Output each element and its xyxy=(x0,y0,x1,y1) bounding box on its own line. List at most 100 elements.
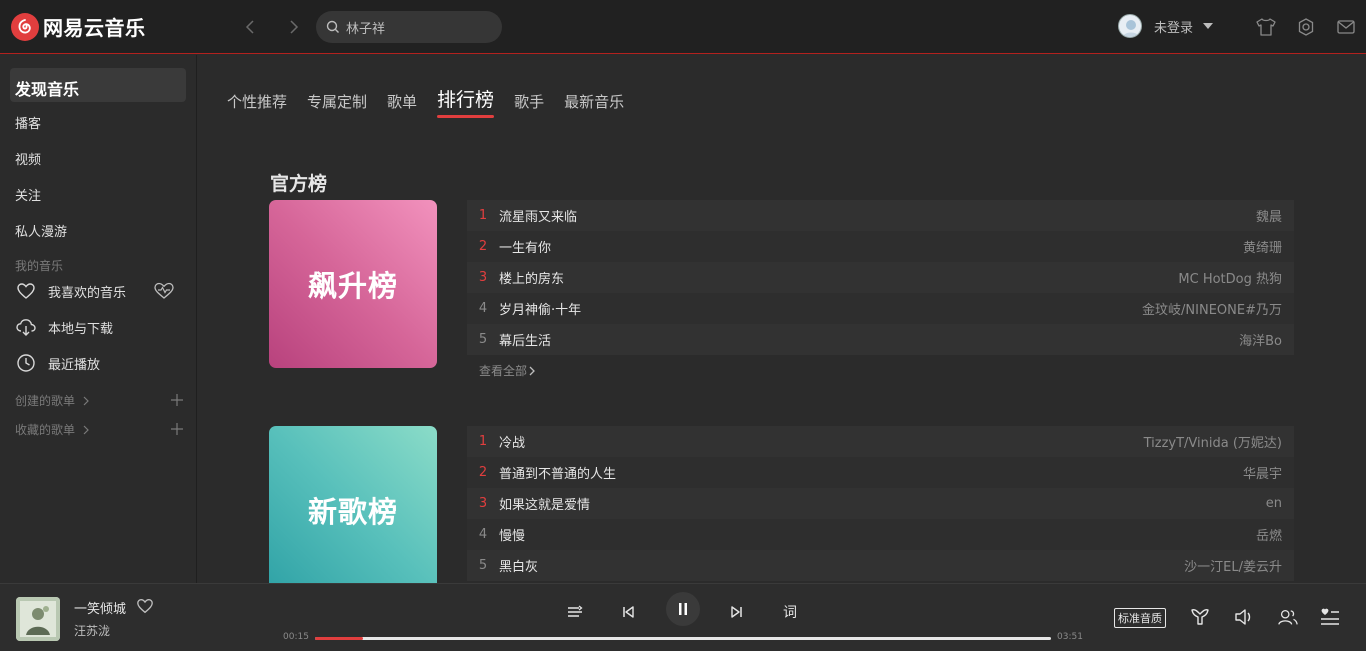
pause-icon xyxy=(679,603,687,615)
app-logo[interactable]: 网易云音乐 xyxy=(11,12,146,41)
chevron-right-icon xyxy=(83,425,89,434)
forward-arrow-icon[interactable] xyxy=(284,17,304,37)
song-title: 岁月神偷·十年 xyxy=(499,303,582,318)
song-artist[interactable]: 华晨宇 xyxy=(1243,463,1282,482)
avatar[interactable] xyxy=(1118,14,1142,38)
song-artist[interactable]: 金玟岐/NINEONE#乃万 xyxy=(1142,299,1282,318)
caret-down-icon[interactable] xyxy=(1203,23,1214,29)
liked-music-label: 我喜欢的音乐 xyxy=(48,285,127,301)
song-artist[interactable]: 岳燃 xyxy=(1256,525,1282,544)
back-arrow-icon[interactable] xyxy=(240,17,260,37)
mail-icon[interactable] xyxy=(1335,16,1357,38)
table-row[interactable]: 1 流星雨又来临 魏晨 xyxy=(467,200,1294,231)
playlist-queue-icon[interactable] xyxy=(1319,606,1341,628)
heart-icon xyxy=(15,280,37,302)
song-rank: 2 xyxy=(478,239,488,254)
sidebar-item-video[interactable]: 视频 xyxy=(15,149,41,168)
chevron-right-icon xyxy=(83,396,89,405)
progress-bar[interactable] xyxy=(315,637,1051,640)
heartbeat-mode-icon[interactable] xyxy=(153,281,175,301)
tab-artists[interactable]: 歌手 xyxy=(514,91,544,118)
song-artist[interactable]: MC HotDog 热狗 xyxy=(1178,268,1282,287)
song-artist[interactable]: 海洋Bo xyxy=(1239,330,1282,349)
created-playlists-label: 创建的歌单 xyxy=(15,394,76,408)
tab-personal-recommend[interactable]: 个性推荐 xyxy=(227,91,287,118)
sidebar-item-private-fm[interactable]: 私人漫游 xyxy=(15,221,67,240)
song-artist[interactable]: 沙一汀EL/姜云升 xyxy=(1184,556,1282,575)
collected-playlists-label: 收藏的歌单 xyxy=(15,423,76,437)
sidebar-item-discover-label[interactable]: 发现音乐 xyxy=(15,76,79,100)
see-all-link[interactable]: 查看全部 xyxy=(479,362,535,379)
sidebar-item-recent[interactable]: 最近播放 xyxy=(15,352,100,374)
chart-cover-rising[interactable]: 飙升榜 xyxy=(269,200,437,368)
table-row[interactable]: 5 幕后生活 海洋Bo xyxy=(467,324,1294,355)
add-playlist-icon[interactable] xyxy=(170,393,184,407)
add-collected-icon[interactable] xyxy=(170,422,184,436)
song-artist[interactable]: 魏晨 xyxy=(1256,206,1282,225)
created-playlists-toggle[interactable]: 创建的歌单 xyxy=(15,392,89,409)
song-rank: 4 xyxy=(478,301,488,316)
cloud-download-icon xyxy=(15,316,37,338)
table-row[interactable]: 5 黑白灰 沙一汀EL/姜云升 xyxy=(467,550,1294,581)
song-artist[interactable]: TizzyT/Vinida (万妮达) xyxy=(1144,432,1282,451)
user-menu[interactable]: 未登录 xyxy=(1118,14,1214,38)
my-music-title: 我的音乐 xyxy=(15,259,64,273)
collected-playlists-toggle[interactable]: 收藏的歌单 xyxy=(15,421,89,438)
track-artist[interactable]: 汪苏泷 xyxy=(74,622,110,639)
volume-icon[interactable] xyxy=(1233,606,1255,628)
pause-button[interactable] xyxy=(666,592,700,626)
sound-effect-icon[interactable] xyxy=(1189,606,1211,628)
next-track-icon[interactable] xyxy=(725,600,749,624)
chart-cover-new[interactable]: 新歌榜 xyxy=(269,426,437,583)
song-title: 如果这就是爱情 xyxy=(499,498,591,513)
table-row[interactable]: 4 慢慢 岳燃 xyxy=(467,519,1294,550)
search-icon xyxy=(326,20,339,33)
table-row[interactable]: 3 如果这就是爱情 en xyxy=(467,488,1294,519)
listen-together-icon[interactable] xyxy=(1277,606,1299,628)
login-status[interactable]: 未登录 xyxy=(1154,17,1193,36)
table-row[interactable]: 4 岁月神偷·十年 金玟岐/NINEONE#乃万 xyxy=(467,293,1294,324)
sidebar-item-liked-music[interactable]: 我喜欢的音乐 xyxy=(15,280,126,302)
settings-gear-icon[interactable] xyxy=(1295,16,1317,38)
table-row[interactable]: 2 一生有你 黄绮珊 xyxy=(467,231,1294,262)
song-artist[interactable]: 黄绮珊 xyxy=(1243,237,1282,256)
chart-list-rising: 1 流星雨又来临 魏晨 2 一生有你 黄绮珊 3 楼上的房东 MC HotDog… xyxy=(467,200,1294,355)
song-rank: 3 xyxy=(478,270,488,285)
album-cover[interactable] xyxy=(16,597,60,641)
skin-shirt-icon[interactable] xyxy=(1255,16,1277,38)
previous-track-icon[interactable] xyxy=(616,600,640,624)
table-row[interactable]: 2 普通到不普通的人生 华晨宇 xyxy=(467,457,1294,488)
sidebar-item-local-download[interactable]: 本地与下载 xyxy=(15,316,113,338)
song-rank: 1 xyxy=(478,208,488,223)
app-name: 网易云音乐 xyxy=(43,16,146,40)
song-title: 慢慢 xyxy=(499,529,526,544)
tab-custom[interactable]: 专属定制 xyxy=(307,91,367,118)
song-title: 一生有你 xyxy=(499,241,552,256)
track-title[interactable]: 一笑倾城 xyxy=(74,598,126,617)
song-title: 流星雨又来临 xyxy=(499,210,578,225)
table-row[interactable]: 1 冷战 TizzyT/Vinida (万妮达) xyxy=(467,426,1294,457)
song-rank: 2 xyxy=(478,465,488,480)
sidebar-item-follow[interactable]: 关注 xyxy=(15,185,41,204)
discover-tabs: 个性推荐 专属定制 歌单 排行榜 歌手 最新音乐 xyxy=(227,85,644,118)
song-artist[interactable]: en xyxy=(1266,496,1282,511)
play-mode-icon[interactable] xyxy=(563,600,587,624)
quality-button[interactable]: 标准音质 xyxy=(1114,608,1166,628)
chevron-right-icon xyxy=(529,366,535,375)
table-row[interactable]: 3 楼上的房东 MC HotDog 热狗 xyxy=(467,262,1294,293)
song-title: 冷战 xyxy=(499,436,526,451)
section-title: 官方榜 xyxy=(270,173,328,195)
like-heart-icon[interactable] xyxy=(136,597,154,615)
lyrics-button[interactable]: 词 xyxy=(778,600,802,624)
chart-cover-title: 新歌榜 xyxy=(307,495,398,529)
tab-charts[interactable]: 排行榜 xyxy=(437,85,495,118)
chart-list-new: 1 冷战 TizzyT/Vinida (万妮达) 2 普通到不普通的人生 华晨宇… xyxy=(467,426,1294,581)
tab-playlists[interactable]: 歌单 xyxy=(387,91,417,118)
song-rank: 1 xyxy=(478,434,488,449)
song-rank: 5 xyxy=(478,332,488,347)
tab-new-music[interactable]: 最新音乐 xyxy=(564,91,624,118)
sidebar-item-podcast[interactable]: 播客 xyxy=(15,113,41,132)
search-input[interactable]: 林子祥 xyxy=(316,11,502,43)
search-value: 林子祥 xyxy=(346,21,386,37)
song-title: 普通到不普通的人生 xyxy=(499,467,617,482)
